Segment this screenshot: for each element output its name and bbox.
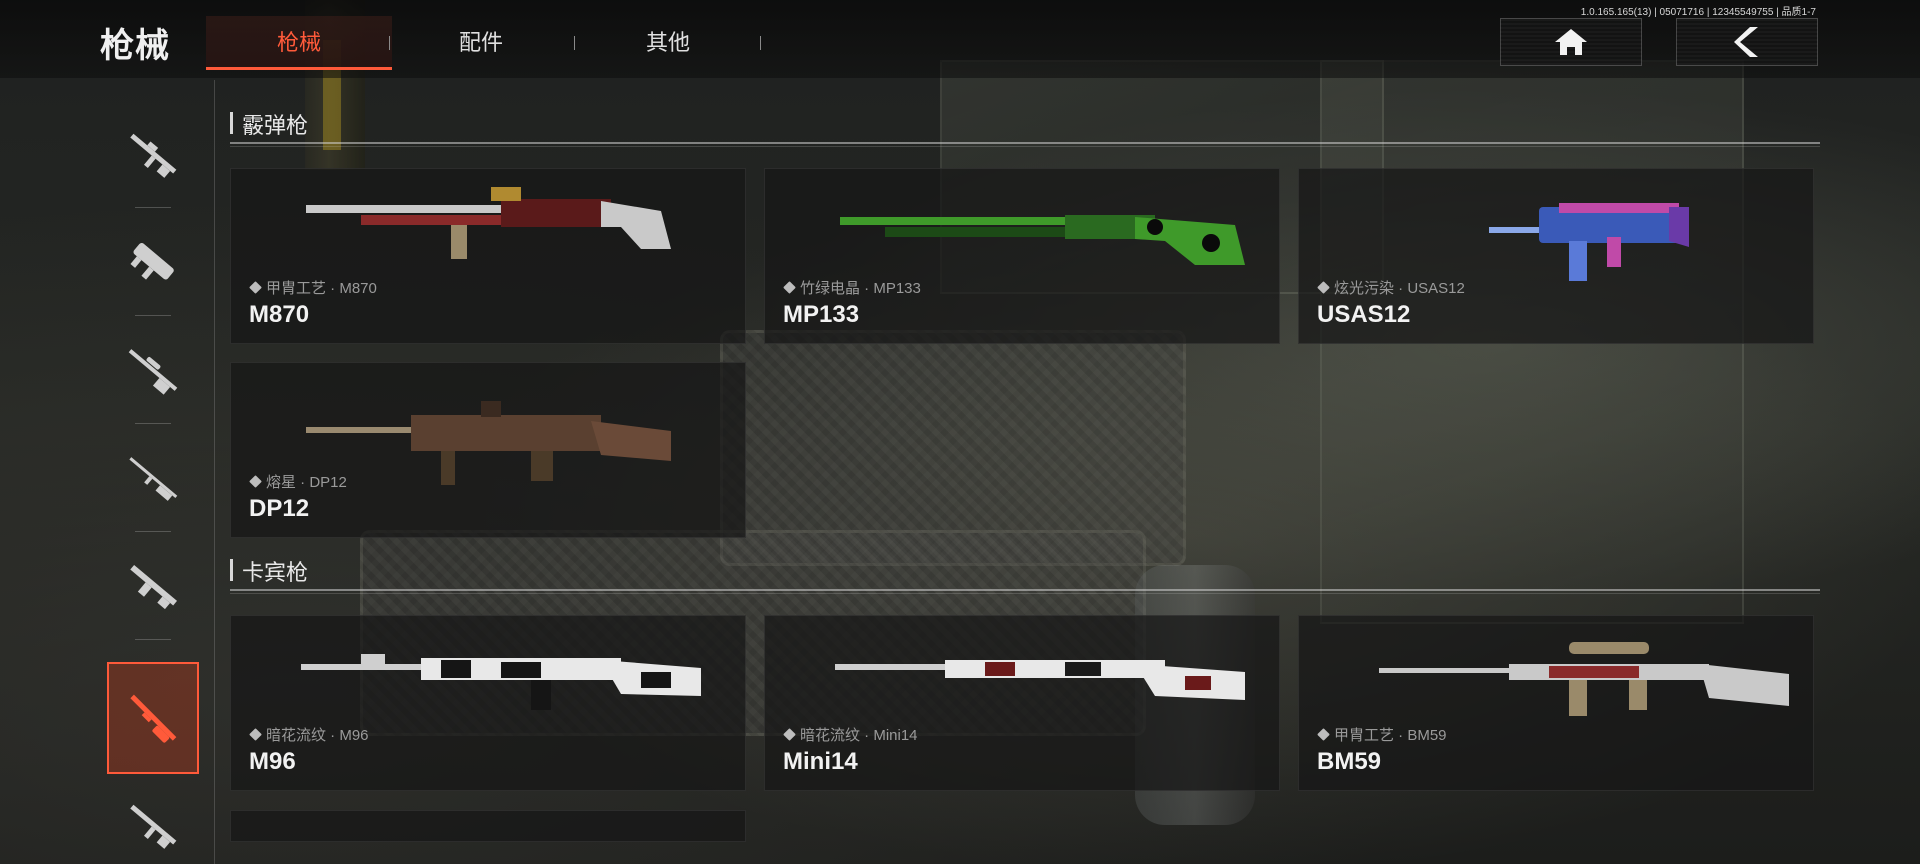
section-divider <box>230 142 1820 144</box>
skin-tag-icon <box>249 475 262 488</box>
weapon-card-partial[interactable] <box>230 810 746 842</box>
skin-name: 竹绿电晶 · MP133 <box>800 280 921 297</box>
weapon-card-m96[interactable]: 暗花流纹 · M96 M96 <box>230 615 746 791</box>
sidebar-item-smg[interactable] <box>107 208 199 316</box>
weapon-category-sidebar <box>100 100 210 860</box>
version-info: 1.0.165.165(13) | 05071716 | 12345549755… <box>1580 7 1816 18</box>
carbine-image <box>1379 642 1789 716</box>
skin-name: 暗花流纹 · Mini14 <box>800 727 918 744</box>
pistol-rifle-icon <box>130 804 177 849</box>
skin-label: 熔星 · DP12 <box>249 471 347 492</box>
sniper-rifle-icon <box>128 349 178 395</box>
skin-tag-icon <box>249 281 262 294</box>
tab-attachments[interactable]: 配件 <box>388 16 574 70</box>
weapon-card-mp133[interactable]: 竹绿电晶 · MP133 MP133 <box>764 168 1280 344</box>
sidebar-item-light-machine-gun[interactable] <box>107 532 199 640</box>
section-marker <box>230 559 233 581</box>
assault-rifle-icon <box>130 133 177 178</box>
shotgun-image <box>840 215 1245 265</box>
carbine-image <box>835 660 1245 700</box>
weapon-card-usas12[interactable]: 炫光污染 · USAS12 USAS12 <box>1298 168 1814 344</box>
sidebar-item-marksman-rifle[interactable] <box>107 424 199 532</box>
light-machine-gun-icon <box>130 564 178 610</box>
top-bar: 枪械 枪械 配件 其他 1.0.165.165(13) | 05071716 |… <box>0 0 1920 78</box>
section-divider <box>230 589 1820 591</box>
tab-divider <box>760 36 761 50</box>
skin-tag-icon <box>249 728 262 741</box>
skin-label: 甲胄工艺 · M870 <box>249 277 377 298</box>
skin-label: 暗花流纹 · M96 <box>249 724 369 745</box>
carbine-image <box>301 654 701 710</box>
skin-label: 暗花流纹 · Mini14 <box>783 724 918 745</box>
weapon-name: M870 <box>249 301 310 328</box>
skin-tag-icon <box>783 281 796 294</box>
skin-name: 甲胄工艺 · BM59 <box>1334 727 1447 744</box>
back-arrow-icon <box>1734 27 1758 57</box>
back-button[interactable] <box>1676 18 1818 66</box>
section-marker <box>230 112 233 134</box>
section-title: 霰弹枪 <box>242 113 309 138</box>
weapon-card-bm59[interactable]: 甲胄工艺 · BM59 BM59 <box>1298 615 1814 791</box>
sidebar-item-shotgun[interactable] <box>107 662 199 774</box>
skin-tag-icon <box>1317 728 1330 741</box>
tab-others[interactable]: 其他 <box>575 16 761 70</box>
skin-tag-icon <box>1317 281 1330 294</box>
sidebar-item-carbine[interactable] <box>107 790 199 860</box>
skin-name: 甲胄工艺 · M870 <box>266 280 377 297</box>
skin-name: 熔星 · DP12 <box>266 474 347 491</box>
marksman-rifle-icon <box>129 457 178 501</box>
weapon-name: M96 <box>249 748 296 775</box>
weapon-name: USAS12 <box>1317 301 1411 328</box>
skin-label: 竹绿电晶 · MP133 <box>783 277 921 298</box>
section-header-carbine: 卡宾枪 <box>230 555 1820 594</box>
smg-icon <box>130 242 174 280</box>
shotgun-image <box>306 401 671 485</box>
sidebar-item-sniper-rifle[interactable] <box>107 316 199 424</box>
skin-label: 炫光污染 · USAS12 <box>1317 277 1465 298</box>
page-title: 枪械 <box>100 27 170 65</box>
section-divider <box>230 146 1820 147</box>
weapon-name: BM59 <box>1317 748 1382 775</box>
sidebar-item-assault-rifle[interactable] <box>107 100 199 208</box>
weapon-name: Mini14 <box>783 748 858 775</box>
weapon-card-m870[interactable]: 甲胄工艺 · M870 M870 <box>230 168 746 344</box>
skin-name: 暗花流纹 · M96 <box>266 727 369 744</box>
skin-label: 甲胄工艺 · BM59 <box>1317 724 1447 745</box>
section-header-shotgun: 霰弹枪 <box>230 108 1820 147</box>
skin-name: 炫光污染 · USAS12 <box>1334 280 1465 297</box>
weapon-name: MP133 <box>783 301 860 328</box>
shotgun-image <box>306 187 671 259</box>
sidebar-divider <box>214 80 215 864</box>
tab-weapons[interactable]: 枪械 <box>206 16 392 70</box>
skin-tag-icon <box>783 728 796 741</box>
weapon-name: DP12 <box>249 495 310 522</box>
section-divider <box>230 593 1820 594</box>
home-icon <box>1555 29 1587 55</box>
sidebar-separator <box>135 639 171 640</box>
shotgun-image <box>1489 203 1689 281</box>
weapon-card-dp12[interactable]: 熔星 · DP12 DP12 <box>230 362 746 538</box>
home-button[interactable] <box>1500 18 1642 66</box>
shotgun-icon <box>130 694 177 743</box>
section-title: 卡宾枪 <box>242 560 309 585</box>
weapon-card-mini14[interactable]: 暗花流纹 · Mini14 Mini14 <box>764 615 1280 791</box>
